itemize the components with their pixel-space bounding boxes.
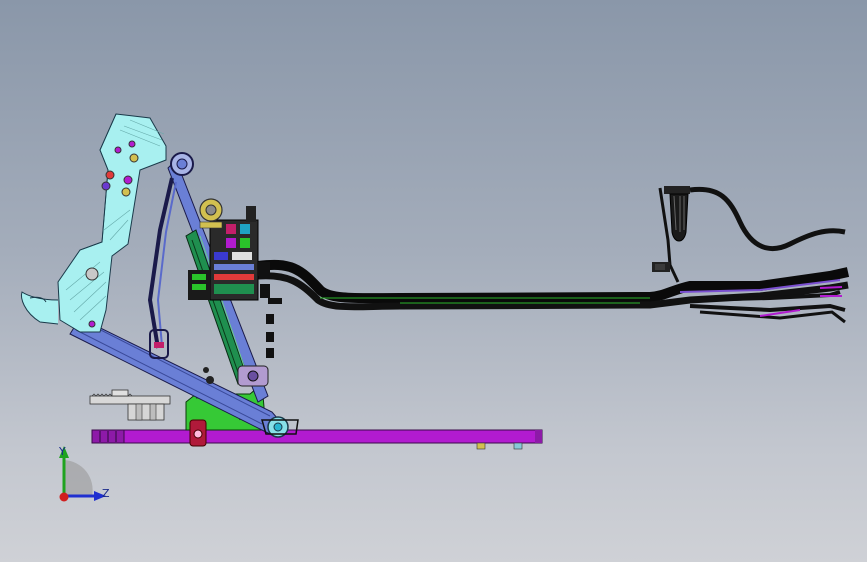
cab-structure[interactable] — [21, 113, 167, 333]
y-axis-label: Y — [58, 445, 66, 458]
cad-viewport[interactable]: Y Z — [0, 0, 867, 562]
right-handle-assembly[interactable] — [652, 186, 846, 283]
x-axis-dot — [59, 492, 69, 502]
slewing-gear[interactable] — [89, 389, 171, 421]
top-rotary-ring[interactable] — [199, 198, 223, 229]
base-rail[interactable] — [91, 429, 543, 450]
z-axis-label: Z — [102, 487, 110, 500]
assembly-model[interactable] — [0, 0, 867, 562]
triad-shading — [64, 460, 93, 496]
axis-triad: Y Z — [58, 445, 110, 502]
boom-hose-bundle[interactable] — [257, 259, 850, 324]
